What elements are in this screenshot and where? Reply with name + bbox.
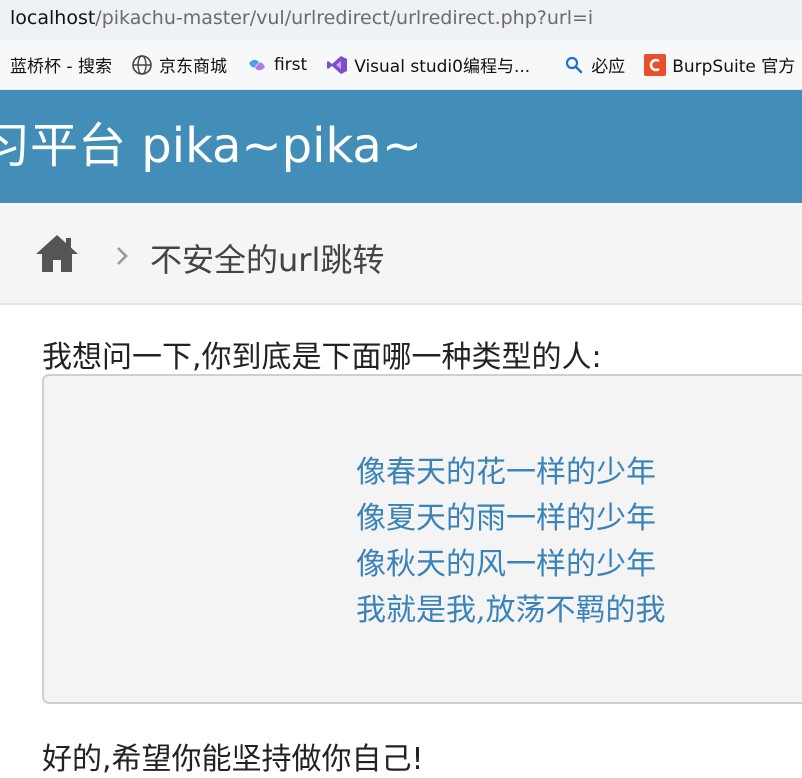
chevron-right-icon [114, 243, 130, 269]
bookmark-label: BurpSuite 官方 [672, 57, 796, 77]
search-icon [562, 53, 586, 77]
bookmarks-bar: 蓝桥杯 - 搜索 京东商城 first Visual studi0编程与... … [0, 40, 802, 90]
question-text: 我想问一下,你到底是下面哪一种类型的人: [42, 340, 602, 375]
bookmark-lanqiao[interactable]: 蓝桥杯 - 搜索 [10, 40, 112, 89]
bookmark-label: first [273, 54, 308, 75]
bookmark-visual-studio[interactable]: Visual studi0编程与... [325, 40, 531, 89]
site-header: 习平台 pika~pika~ [0, 90, 802, 203]
c-logo-icon [643, 53, 667, 77]
visual-studio-icon [325, 53, 349, 77]
copilot-icon [245, 53, 269, 77]
bookmark-label: 蓝桥杯 - 搜索 [10, 57, 112, 77]
choice-link-myself[interactable]: 我就是我,放荡不羁的我 [356, 585, 666, 629]
address-bar[interactable]: localhost/pikachu-master/vul/urlredirect… [0, 0, 802, 40]
globe-icon [130, 53, 154, 77]
choice-link-summer[interactable]: 像夏天的雨一样的少年 [356, 493, 656, 537]
bookmark-burpsuite[interactable]: BurpSuite 官方 [643, 40, 796, 89]
breadcrumb-current: 不安全的url跳转 [150, 241, 385, 279]
bookmark-label: 必应 [591, 57, 626, 77]
result-text: 好的,希望你能坚持做你自己! [42, 742, 424, 777]
site-title[interactable]: 习平台 pika~pika~ [0, 106, 422, 176]
bookmark-bing[interactable]: 必应 [562, 40, 626, 89]
bookmark-first[interactable]: first [245, 40, 308, 89]
choice-link-autumn[interactable]: 像秋天的风一样的少年 [356, 539, 656, 583]
bookmark-jd[interactable]: 京东商城 [130, 40, 227, 89]
breadcrumb: 不安全的url跳转 [0, 203, 802, 305]
url-path: /pikachu-master/vul/urlredirect/urlredir… [95, 7, 594, 29]
url-host: localhost [10, 7, 96, 29]
bookmark-label: 京东商城 [158, 57, 227, 77]
choice-link-spring[interactable]: 像春天的花一样的少年 [356, 447, 656, 491]
home-icon[interactable] [34, 232, 80, 274]
bookmark-label: Visual studi0编程与... [354, 57, 531, 77]
